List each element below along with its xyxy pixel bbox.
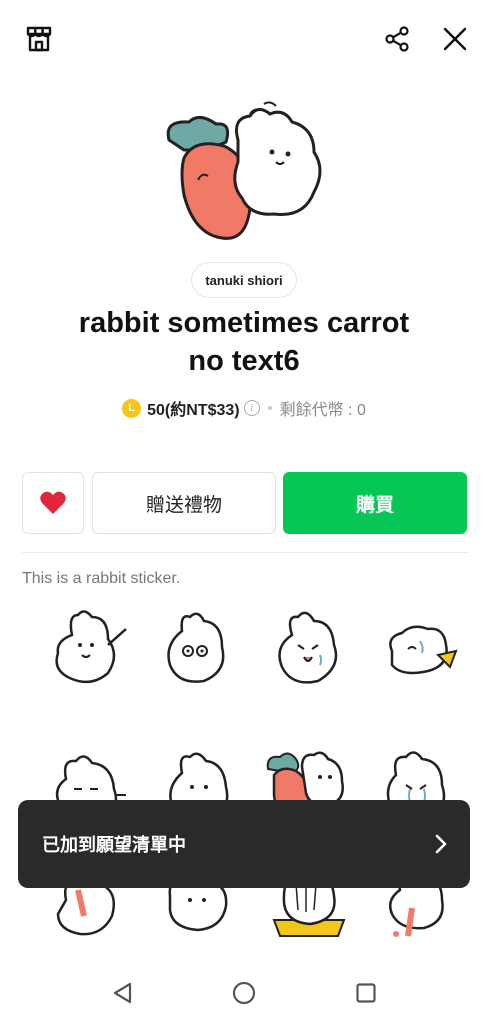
- separator-dot: [267, 406, 272, 410]
- close-icon[interactable]: [438, 22, 472, 56]
- sticker-item[interactable]: [152, 605, 252, 705]
- system-nav-bar: [0, 964, 488, 1024]
- divider: [22, 552, 468, 553]
- coin-balance: 剩餘代幣 : 0: [279, 402, 366, 419]
- price-row: L 50(約NT$33) i 剩餘代幣 : 0: [0, 396, 488, 420]
- chevron-right-icon: [435, 834, 447, 854]
- wishlist-toast[interactable]: 已加到願望清單中: [18, 800, 470, 888]
- sticker-title: rabbit sometimes carrot no text6: [20, 304, 468, 380]
- shop-icon[interactable]: [22, 22, 56, 56]
- buy-button[interactable]: 購買: [283, 472, 467, 534]
- recents-square-icon[interactable]: [351, 978, 381, 1008]
- line-coin-icon: L: [122, 398, 142, 418]
- sticker-item[interactable]: [42, 605, 142, 705]
- sticker-description: This is a rabbit sticker.: [22, 570, 181, 587]
- action-buttons: 贈送禮物 購買: [22, 472, 468, 536]
- share-icon[interactable]: [380, 22, 414, 56]
- heart-icon: [40, 491, 66, 514]
- sticker-title-line2: no text6: [188, 345, 300, 377]
- toast-message: 已加到願望清單中: [42, 835, 186, 856]
- info-icon[interactable]: i: [243, 400, 260, 416]
- price-text: 50(約NT$33): [147, 402, 240, 419]
- sticker-title-line1: rabbit sometimes carrot: [78, 307, 410, 339]
- home-circle-icon[interactable]: [229, 978, 259, 1008]
- back-triangle-icon[interactable]: [108, 978, 138, 1008]
- sticker-item[interactable]: [262, 605, 362, 705]
- sticker-item[interactable]: [372, 605, 472, 705]
- top-bar: [0, 0, 488, 80]
- main-sticker-image: [154, 100, 334, 250]
- author-link[interactable]: tanuki shiori: [191, 262, 297, 298]
- wishlist-button[interactable]: [22, 472, 84, 534]
- gift-button[interactable]: 贈送禮物: [92, 472, 276, 534]
